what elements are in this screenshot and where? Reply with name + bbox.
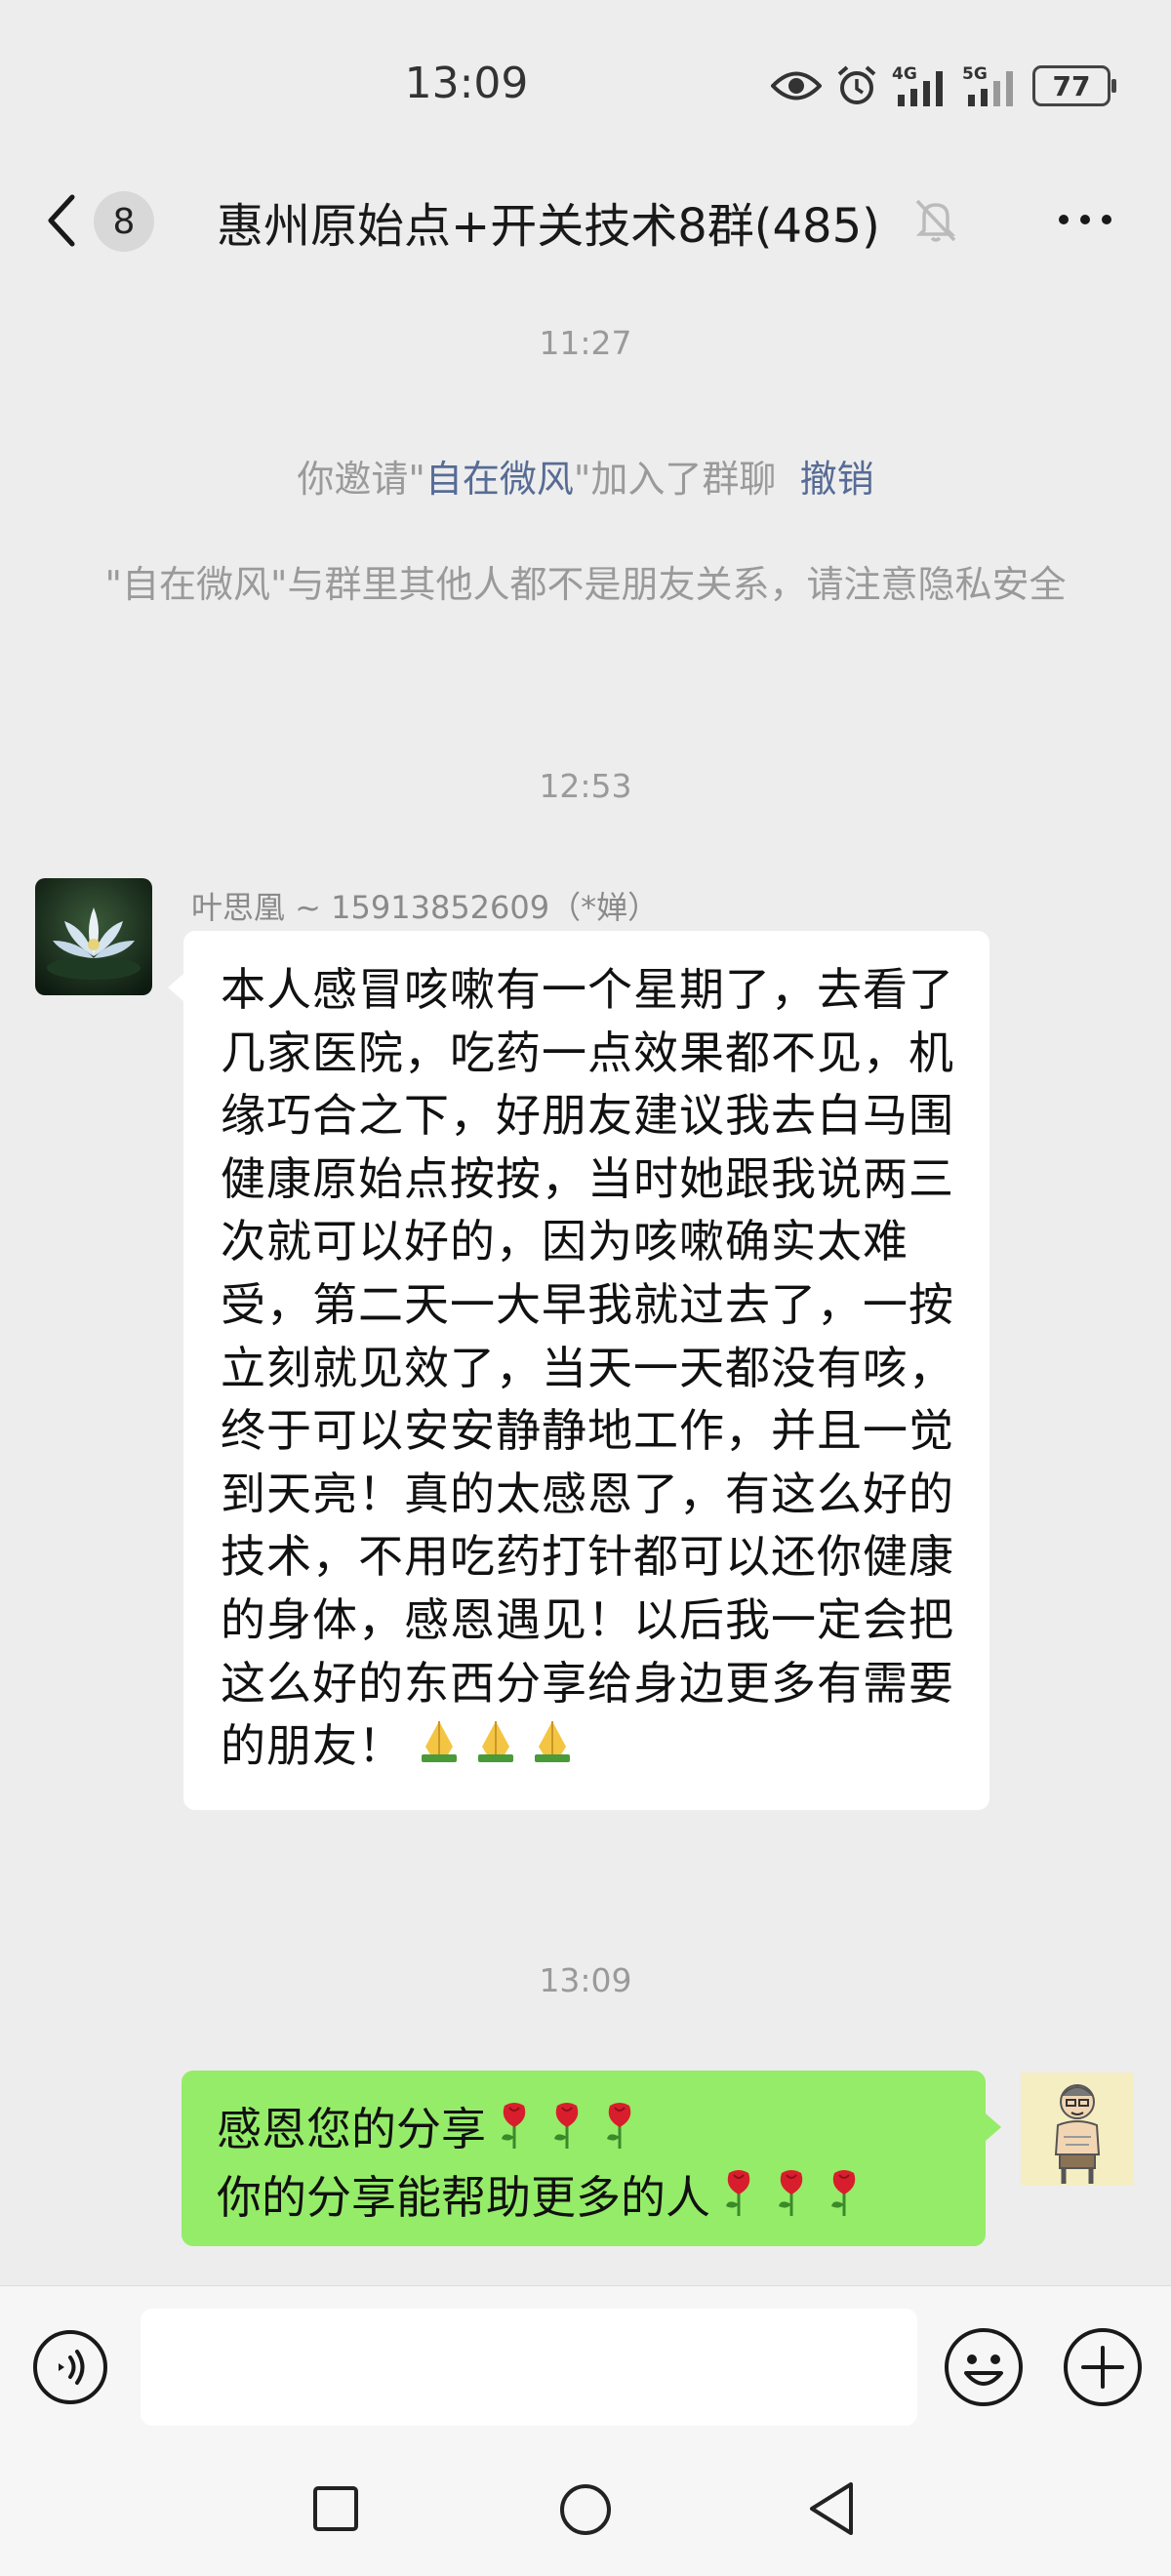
network-5g-label: 5G <box>962 64 988 84</box>
battery-level: 77 <box>1052 69 1091 102</box>
plus-icon[interactable] <box>1062 2326 1144 2408</box>
pray-emoji-icon <box>414 1717 464 1781</box>
pray-emoji-icon <box>470 1717 521 1781</box>
back-icon[interactable] <box>43 187 94 254</box>
revoke-link[interactable]: 撤销 <box>800 458 874 501</box>
timestamp: 13:09 <box>539 1961 632 1999</box>
chat-title[interactable]: 惠州原始点+开关技术8群(485) <box>217 187 880 256</box>
message-text: 你的分享能帮助更多的人 <box>217 2170 710 2224</box>
rose-emoji-icon <box>492 2100 537 2166</box>
recents-icon[interactable] <box>311 2484 360 2533</box>
more-icon[interactable] <box>1056 211 1114 228</box>
eye-icon <box>771 71 822 101</box>
invite-suffix: "加入了群聊 <box>573 458 777 501</box>
rose-emoji-icon <box>822 2167 867 2234</box>
sender-name[interactable]: 叶思凰 ~ 15913852609（*婵） <box>191 883 659 928</box>
privacy-notice: "自在微风"与群里其他人都不是朋友关系，请注意隐私安全 <box>104 563 1067 606</box>
timestamp: 11:27 <box>539 324 632 362</box>
message-input[interactable] <box>141 2309 917 2426</box>
my-avatar[interactable] <box>1021 2073 1134 2186</box>
system-invite-notice: 你邀请"自在微风"加入了群聊 撤销 <box>0 449 1171 503</box>
battery-icon: 77 <box>1032 65 1116 106</box>
sender-avatar[interactable] <box>35 878 152 995</box>
unread-count-badge[interactable]: 8 <box>94 191 154 252</box>
pray-emoji-group <box>414 1717 578 1781</box>
message-bubble-incoming[interactable]: 本人感冒咳嗽有一个星期了，去看了几家医院，吃药一点效果都不见，机缘巧合之下，好朋… <box>168 931 989 1810</box>
home-icon[interactable] <box>558 2482 613 2537</box>
invite-prefix: 你邀请" <box>297 458 425 501</box>
cartoon-avatar-icon <box>1021 2073 1134 2186</box>
network-4g-label: 4G <box>892 64 917 84</box>
pray-emoji-icon <box>527 1717 578 1781</box>
status-icons: 4G 5G 77 <box>771 60 1116 111</box>
message-line: 感恩您的分享 <box>217 2098 950 2166</box>
back-nav-icon[interactable] <box>806 2478 857 2539</box>
message-text: 感恩您的分享 <box>217 2103 486 2155</box>
rose-emoji-group <box>492 2100 642 2166</box>
signal-4g-icon: 4G <box>892 64 943 106</box>
rose-emoji-icon <box>545 2100 589 2166</box>
emoji-icon[interactable] <box>943 2326 1025 2408</box>
rose-emoji-icon <box>716 2167 761 2234</box>
message-text: 本人感冒咳嗽有一个星期了，去看了几家医院，吃药一点效果都不见，机缘巧合之下，好朋… <box>221 963 954 1773</box>
message-line: 你的分享能帮助更多的人 <box>217 2166 950 2234</box>
mute-icon <box>915 199 956 242</box>
rose-emoji-icon <box>597 2100 642 2166</box>
invited-user-link[interactable]: 自在微风 <box>425 458 574 501</box>
voice-icon[interactable] <box>31 2328 109 2406</box>
timestamp: 12:53 <box>539 767 632 805</box>
signal-5g-icon: 5G <box>962 64 1013 106</box>
message-bubble-outgoing[interactable]: 感恩您的分享 你的分享能帮助更多的人 <box>182 2071 1001 2246</box>
rose-emoji-group <box>716 2167 867 2234</box>
lotus-icon <box>35 878 152 995</box>
rose-emoji-icon <box>769 2167 814 2234</box>
alarm-icon <box>837 65 876 104</box>
